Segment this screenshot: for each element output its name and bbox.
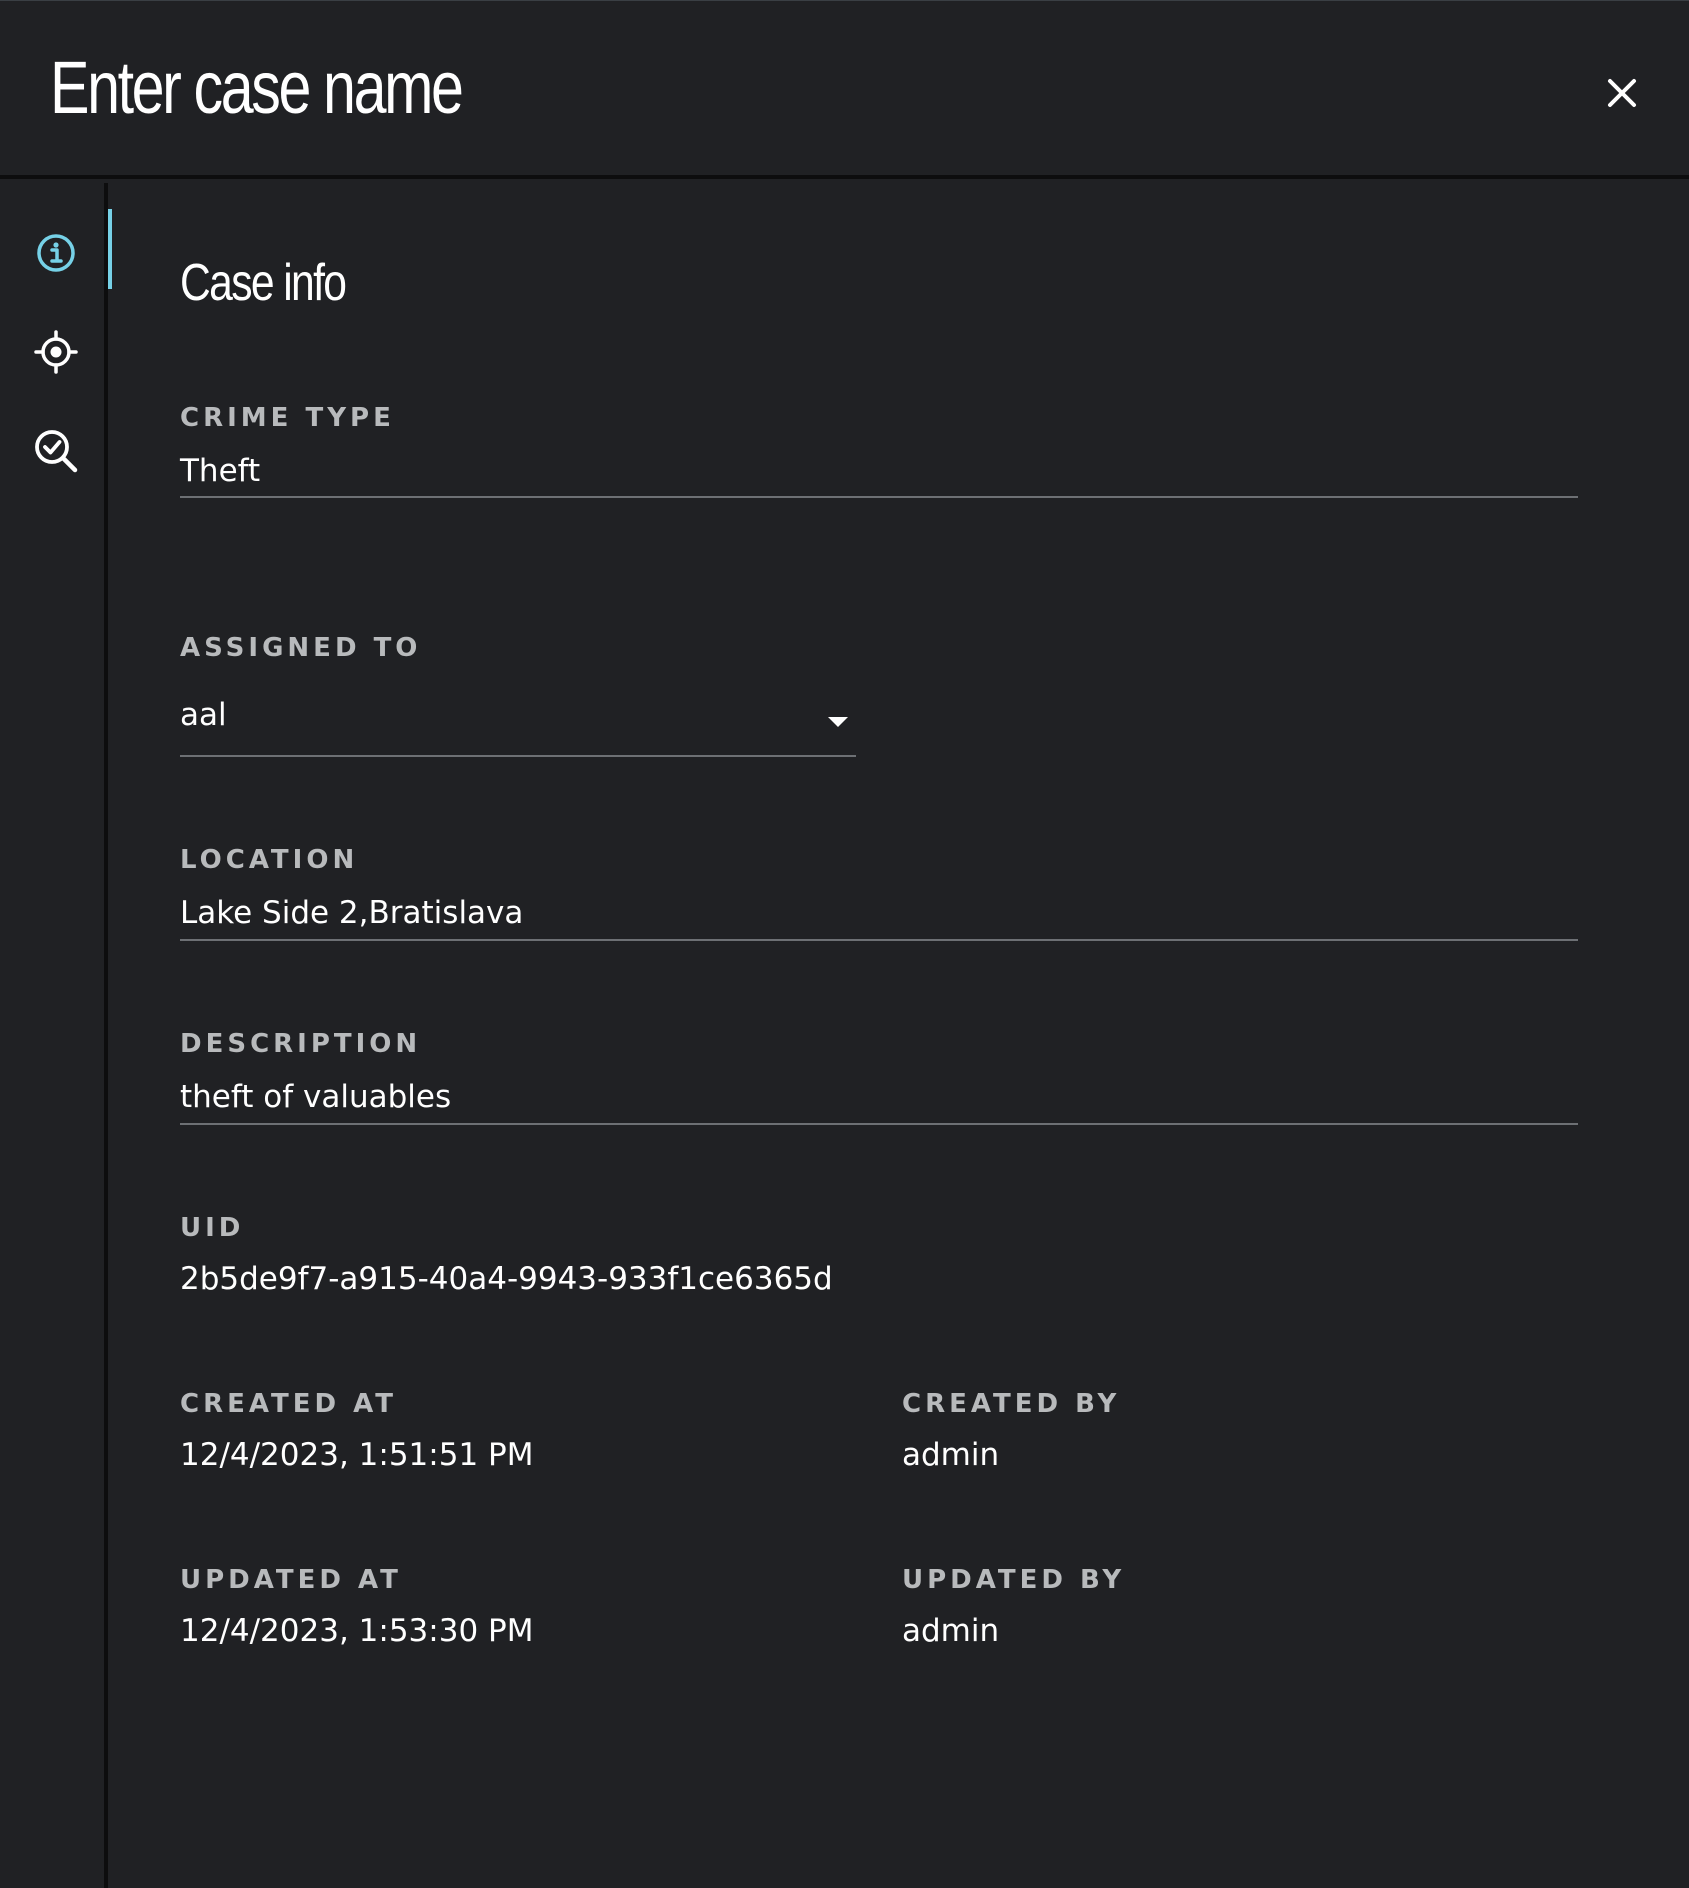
sidebar xyxy=(0,183,108,1888)
sidebar-item-info[interactable] xyxy=(28,225,84,281)
close-icon xyxy=(1608,79,1636,107)
sidebar-item-review[interactable] xyxy=(28,423,84,479)
assigned-to-underline xyxy=(180,755,856,757)
crime-type-field[interactable]: Theft xyxy=(180,453,260,489)
case-info-panel: Case info CRIME TYPE Theft ASSIGNED TO a… xyxy=(112,183,1689,1888)
target-icon xyxy=(34,330,78,374)
location-underline xyxy=(180,939,1578,941)
dialog-title[interactable]: Enter case name xyxy=(50,45,464,130)
chevron-down-icon xyxy=(828,717,848,727)
created-by-value: admin xyxy=(902,1437,1000,1473)
assigned-to-label: ASSIGNED TO xyxy=(180,633,422,663)
search-check-icon xyxy=(35,430,78,473)
description-field[interactable]: theft of valuables xyxy=(180,1079,451,1115)
crime-type-label: CRIME TYPE xyxy=(180,403,395,433)
description-label: DESCRIPTION xyxy=(180,1029,422,1059)
uid-label: UID xyxy=(180,1213,245,1243)
uid-value: 2b5de9f7-a915-40a4-9943-933f1ce6365d xyxy=(180,1261,833,1297)
created-at-value: 12/4/2023, 1:51:51 PM xyxy=(180,1437,534,1473)
created-at-label: CREATED AT xyxy=(180,1389,397,1419)
description-underline xyxy=(180,1123,1578,1125)
assigned-to-value: aal xyxy=(180,697,227,733)
sidebar-item-location[interactable] xyxy=(28,324,84,380)
created-by-label: CREATED BY xyxy=(902,1389,1121,1419)
close-button[interactable] xyxy=(1598,69,1646,117)
updated-by-value: admin xyxy=(902,1613,1000,1649)
updated-by-label: UPDATED BY xyxy=(902,1565,1126,1595)
location-field[interactable]: Lake Side 2,Bratislava xyxy=(180,895,523,931)
updated-at-label: UPDATED AT xyxy=(180,1565,402,1595)
crime-type-underline xyxy=(180,496,1578,498)
location-label: LOCATION xyxy=(180,845,359,875)
section-title: Case info xyxy=(180,254,347,312)
dialog-header: Enter case name xyxy=(0,1,1689,179)
info-icon xyxy=(37,234,75,272)
updated-at-value: 12/4/2023, 1:53:30 PM xyxy=(180,1613,534,1649)
assigned-to-select[interactable]: aal xyxy=(180,683,856,759)
case-dialog: Enter case name Case info CRIME TYPE The… xyxy=(0,0,1689,1888)
